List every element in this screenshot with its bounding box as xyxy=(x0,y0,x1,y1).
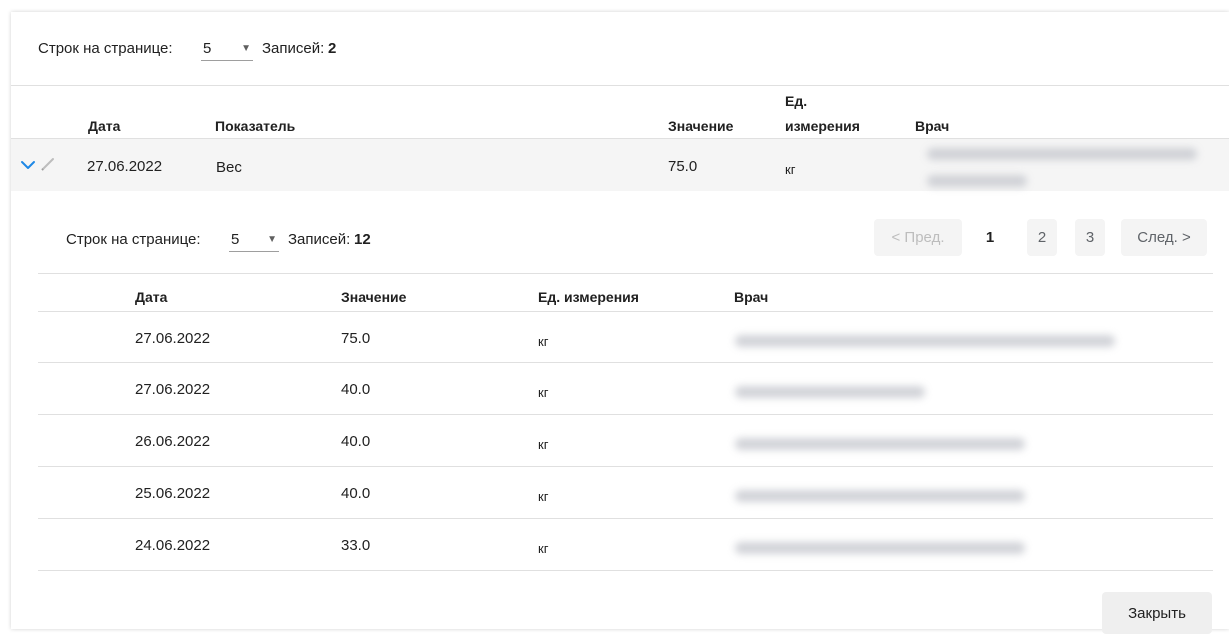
row-value: 40.0 xyxy=(341,381,371,398)
chevron-down-icon[interactable] xyxy=(20,158,36,175)
row-date: 24.06.2022 xyxy=(135,537,211,554)
row-date: 25.06.2022 xyxy=(135,485,211,502)
records-label: Записей: xyxy=(262,40,325,57)
caret-down-icon: ▼ xyxy=(241,42,251,54)
row-value: 75.0 xyxy=(668,158,698,175)
column-header-indicator[interactable]: Показатель xyxy=(215,118,295,134)
divider xyxy=(38,414,1213,415)
row-date: 27.06.2022 xyxy=(135,381,211,398)
nested-records-label: Записей: xyxy=(288,231,351,248)
page-button-1[interactable]: 1 xyxy=(975,219,1005,256)
redacted-doctor-name xyxy=(735,386,925,398)
redacted-doctor-name xyxy=(927,148,1197,160)
row-value: 33.0 xyxy=(341,537,371,554)
redacted-doctor-name xyxy=(735,335,1115,347)
row-date: 26.06.2022 xyxy=(135,433,211,450)
row-unit: кг xyxy=(538,437,549,452)
divider xyxy=(38,273,1213,274)
divider xyxy=(38,311,1213,312)
nested-rows-per-page-label: Строк на странице: xyxy=(66,231,201,248)
row-indicator: Вес xyxy=(216,159,242,176)
nested-column-header-date[interactable]: Дата xyxy=(135,289,167,305)
divider xyxy=(11,85,1229,86)
measurements-card: Строк на странице: 5 ▼ Записей: 2 Дата П… xyxy=(11,12,1229,634)
redacted-doctor-name xyxy=(735,490,1025,502)
column-header-date[interactable]: Дата xyxy=(88,118,120,134)
row-unit: кг xyxy=(538,334,549,349)
divider xyxy=(38,362,1213,363)
rows-per-page-label: Строк на странице: xyxy=(38,40,173,57)
nested-rows-per-page-select[interactable]: 5 ▼ xyxy=(229,228,279,252)
page-button-3[interactable]: 3 xyxy=(1075,219,1105,256)
records-count: 2 xyxy=(328,40,337,57)
row-unit: кг xyxy=(538,385,549,400)
column-header-value[interactable]: Значение xyxy=(668,118,733,134)
nested-column-header-doctor[interactable]: Врач xyxy=(734,289,768,305)
divider xyxy=(38,570,1213,571)
row-date: 27.06.2022 xyxy=(135,330,211,347)
page-button-2[interactable]: 2 xyxy=(1027,219,1057,256)
next-page-button[interactable]: След. > xyxy=(1121,219,1207,256)
column-header-unit-line2[interactable]: измерения xyxy=(785,118,860,134)
row-value: 75.0 xyxy=(341,330,371,347)
redacted-doctor-name xyxy=(927,175,1027,187)
row-date: 27.06.2022 xyxy=(87,158,163,175)
rows-per-page-select[interactable]: 5 ▼ xyxy=(201,37,253,61)
redacted-doctor-name xyxy=(735,542,1025,554)
nested-column-header-value[interactable]: Значение xyxy=(341,289,406,305)
row-value: 40.0 xyxy=(341,433,371,450)
nested-records-count: 12 xyxy=(354,231,371,248)
close-button[interactable]: Закрыть xyxy=(1102,592,1212,634)
prev-page-button[interactable]: < Пред. xyxy=(874,219,962,256)
nested-column-header-unit[interactable]: Ед. измерения xyxy=(538,289,639,305)
column-header-unit-line1[interactable]: Ед. xyxy=(785,93,807,109)
row-unit: кг xyxy=(538,489,549,504)
nested-rows-per-page-value: 5 xyxy=(231,230,240,248)
row-unit: кг xyxy=(538,541,549,556)
rows-per-page-value: 5 xyxy=(203,39,212,57)
row-value: 40.0 xyxy=(341,485,371,502)
pencil-icon[interactable] xyxy=(41,157,57,175)
expanded-row[interactable] xyxy=(11,139,1229,191)
divider xyxy=(38,466,1213,467)
caret-down-icon: ▼ xyxy=(267,233,277,245)
divider xyxy=(38,518,1213,519)
row-unit: кг xyxy=(785,162,796,177)
redacted-doctor-name xyxy=(735,438,1025,450)
column-header-doctor[interactable]: Врач xyxy=(915,118,949,134)
